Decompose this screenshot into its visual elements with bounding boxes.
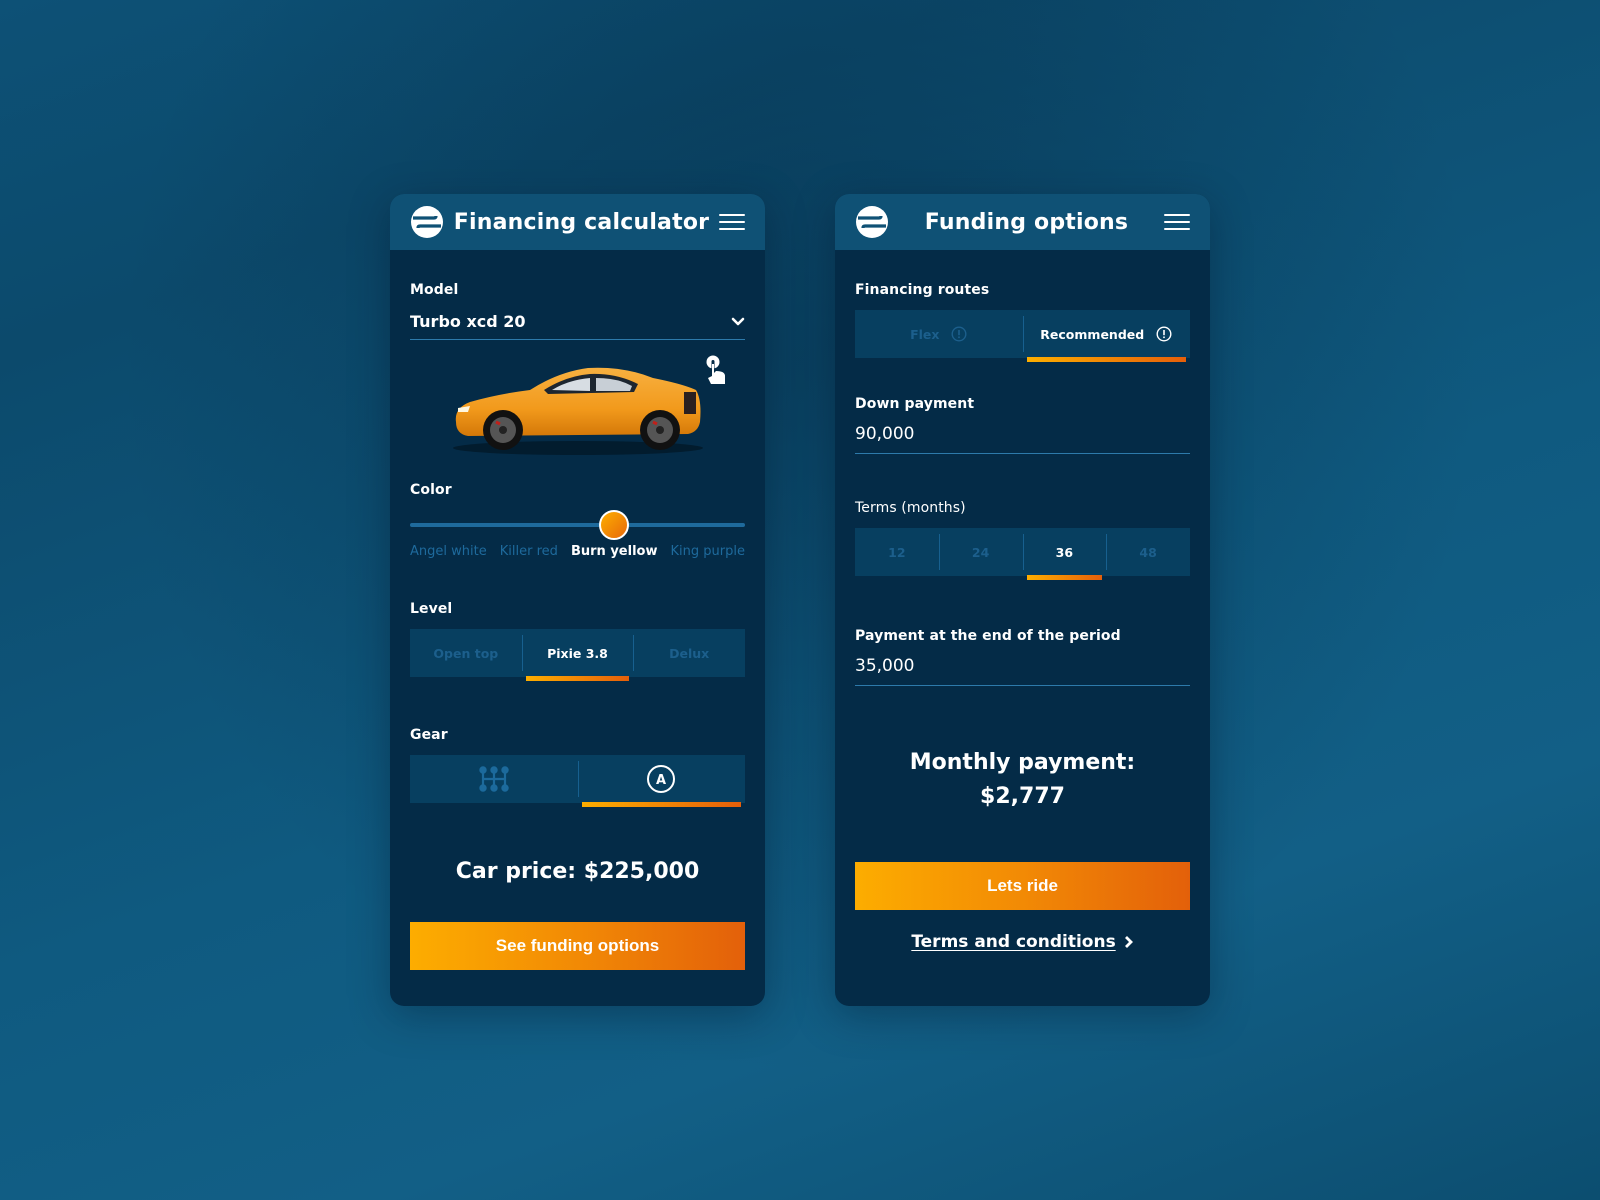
gear-option-automatic[interactable]: A: [577, 755, 746, 807]
color-option-killer-red[interactable]: Killer red: [500, 544, 558, 559]
color-slider-thumb[interactable]: [599, 510, 630, 540]
term-option-label: 12: [888, 544, 906, 560]
brand-logo-icon: [411, 206, 443, 238]
hamburger-menu-icon[interactable]: [719, 212, 745, 232]
info-icon[interactable]: [951, 326, 967, 342]
terms-link-text: Terms and conditions: [911, 932, 1116, 952]
route-option-label: Recommended: [1040, 326, 1145, 342]
chevron-down-icon: [731, 317, 745, 325]
color-option-angel-white[interactable]: Angel white: [410, 544, 487, 559]
card-header: Financing calculator: [390, 194, 765, 250]
end-payment-label: Payment at the end of the period: [855, 628, 1121, 644]
chevron-right-icon: [1124, 936, 1133, 948]
level-option-open-top[interactable]: Open top: [410, 629, 522, 677]
page-title: Funding options: [924, 209, 1129, 235]
car-preview: [410, 340, 745, 470]
funding-options-card: Funding options Financing routes Flex Rec…: [835, 194, 1210, 1006]
term-option-24[interactable]: 24: [938, 528, 1023, 576]
info-icon[interactable]: [1156, 326, 1172, 342]
color-option-burn-yellow[interactable]: Burn yellow: [571, 544, 658, 559]
route-option-recommended[interactable]: Recommended: [1022, 310, 1191, 362]
terms-and-conditions-link[interactable]: Terms and conditions: [855, 932, 1190, 952]
card-header: Funding options: [835, 194, 1210, 250]
monthly-payment-label: Monthly payment:: [909, 750, 1136, 775]
level-option-label: Open top: [433, 645, 499, 661]
level-label: Level: [410, 601, 453, 617]
monthly-payment-value: $2,777: [980, 784, 1065, 809]
model-select[interactable]: Turbo xcd 20: [410, 308, 745, 340]
color-option-king-purple[interactable]: King purple: [671, 544, 745, 559]
page-title: Financing calculator: [453, 209, 710, 235]
manual-gear-icon: [479, 766, 509, 792]
color-label: Color: [410, 482, 452, 498]
end-payment-input[interactable]: 35,000: [855, 650, 1190, 686]
background: [0, 0, 1600, 1200]
svg-text:A: A: [656, 773, 666, 788]
term-option-label: 36: [1055, 544, 1074, 560]
color-slider-track[interactable]: [410, 523, 745, 527]
color-slider[interactable]: [410, 510, 745, 540]
level-option-label: Delux: [669, 645, 710, 661]
down-payment-label: Down payment: [855, 396, 975, 412]
term-option-12[interactable]: 12: [855, 528, 939, 576]
car-price: Car price: $225,000: [455, 859, 700, 884]
touch-rotate-icon[interactable]: [705, 354, 727, 386]
route-option-flex[interactable]: Flex: [855, 310, 1023, 358]
hamburger-menu-icon[interactable]: [1164, 212, 1190, 232]
automatic-gear-icon: A: [647, 765, 676, 793]
financing-routes-label: Financing routes: [855, 282, 990, 298]
term-option-36[interactable]: 36: [1022, 528, 1107, 580]
level-option-delux[interactable]: Delux: [633, 629, 745, 677]
brand-logo-icon: [856, 206, 888, 238]
level-option-pixie-3-8[interactable]: Pixie 3.8: [521, 629, 634, 681]
gear-selector: A: [410, 755, 746, 807]
color-options: Angel white Killer red Burn yellow King pur…: [410, 544, 745, 559]
gear-label: Gear: [410, 727, 448, 743]
term-option-48[interactable]: 48: [1106, 528, 1190, 576]
monthly-payment: Monthly payment: $2,777: [855, 746, 1190, 814]
level-option-label: Pixie 3.8: [547, 645, 608, 661]
level-selector: Open top Pixie 3.8 Delux: [410, 629, 745, 681]
see-funding-options-button[interactable]: See funding options: [410, 922, 745, 970]
financing-calculator-card: Financing calculator Model Turbo xcd 20: [390, 194, 765, 1006]
terms-label: Terms (months): [855, 500, 966, 516]
down-payment-input[interactable]: 90,000: [855, 418, 1190, 454]
gear-option-manual[interactable]: [410, 755, 578, 803]
model-select-value: Turbo xcd 20: [410, 312, 526, 331]
term-option-label: 24: [971, 544, 990, 560]
terms-selector: 12 24 36 48: [855, 528, 1190, 580]
model-label: Model: [410, 282, 459, 298]
lets-ride-button[interactable]: Lets ride: [855, 862, 1190, 910]
financing-routes-selector: Flex Recommended: [855, 310, 1191, 362]
term-option-label: 48: [1139, 544, 1157, 560]
route-option-label: Flex: [910, 326, 940, 342]
car-image: [453, 367, 703, 455]
